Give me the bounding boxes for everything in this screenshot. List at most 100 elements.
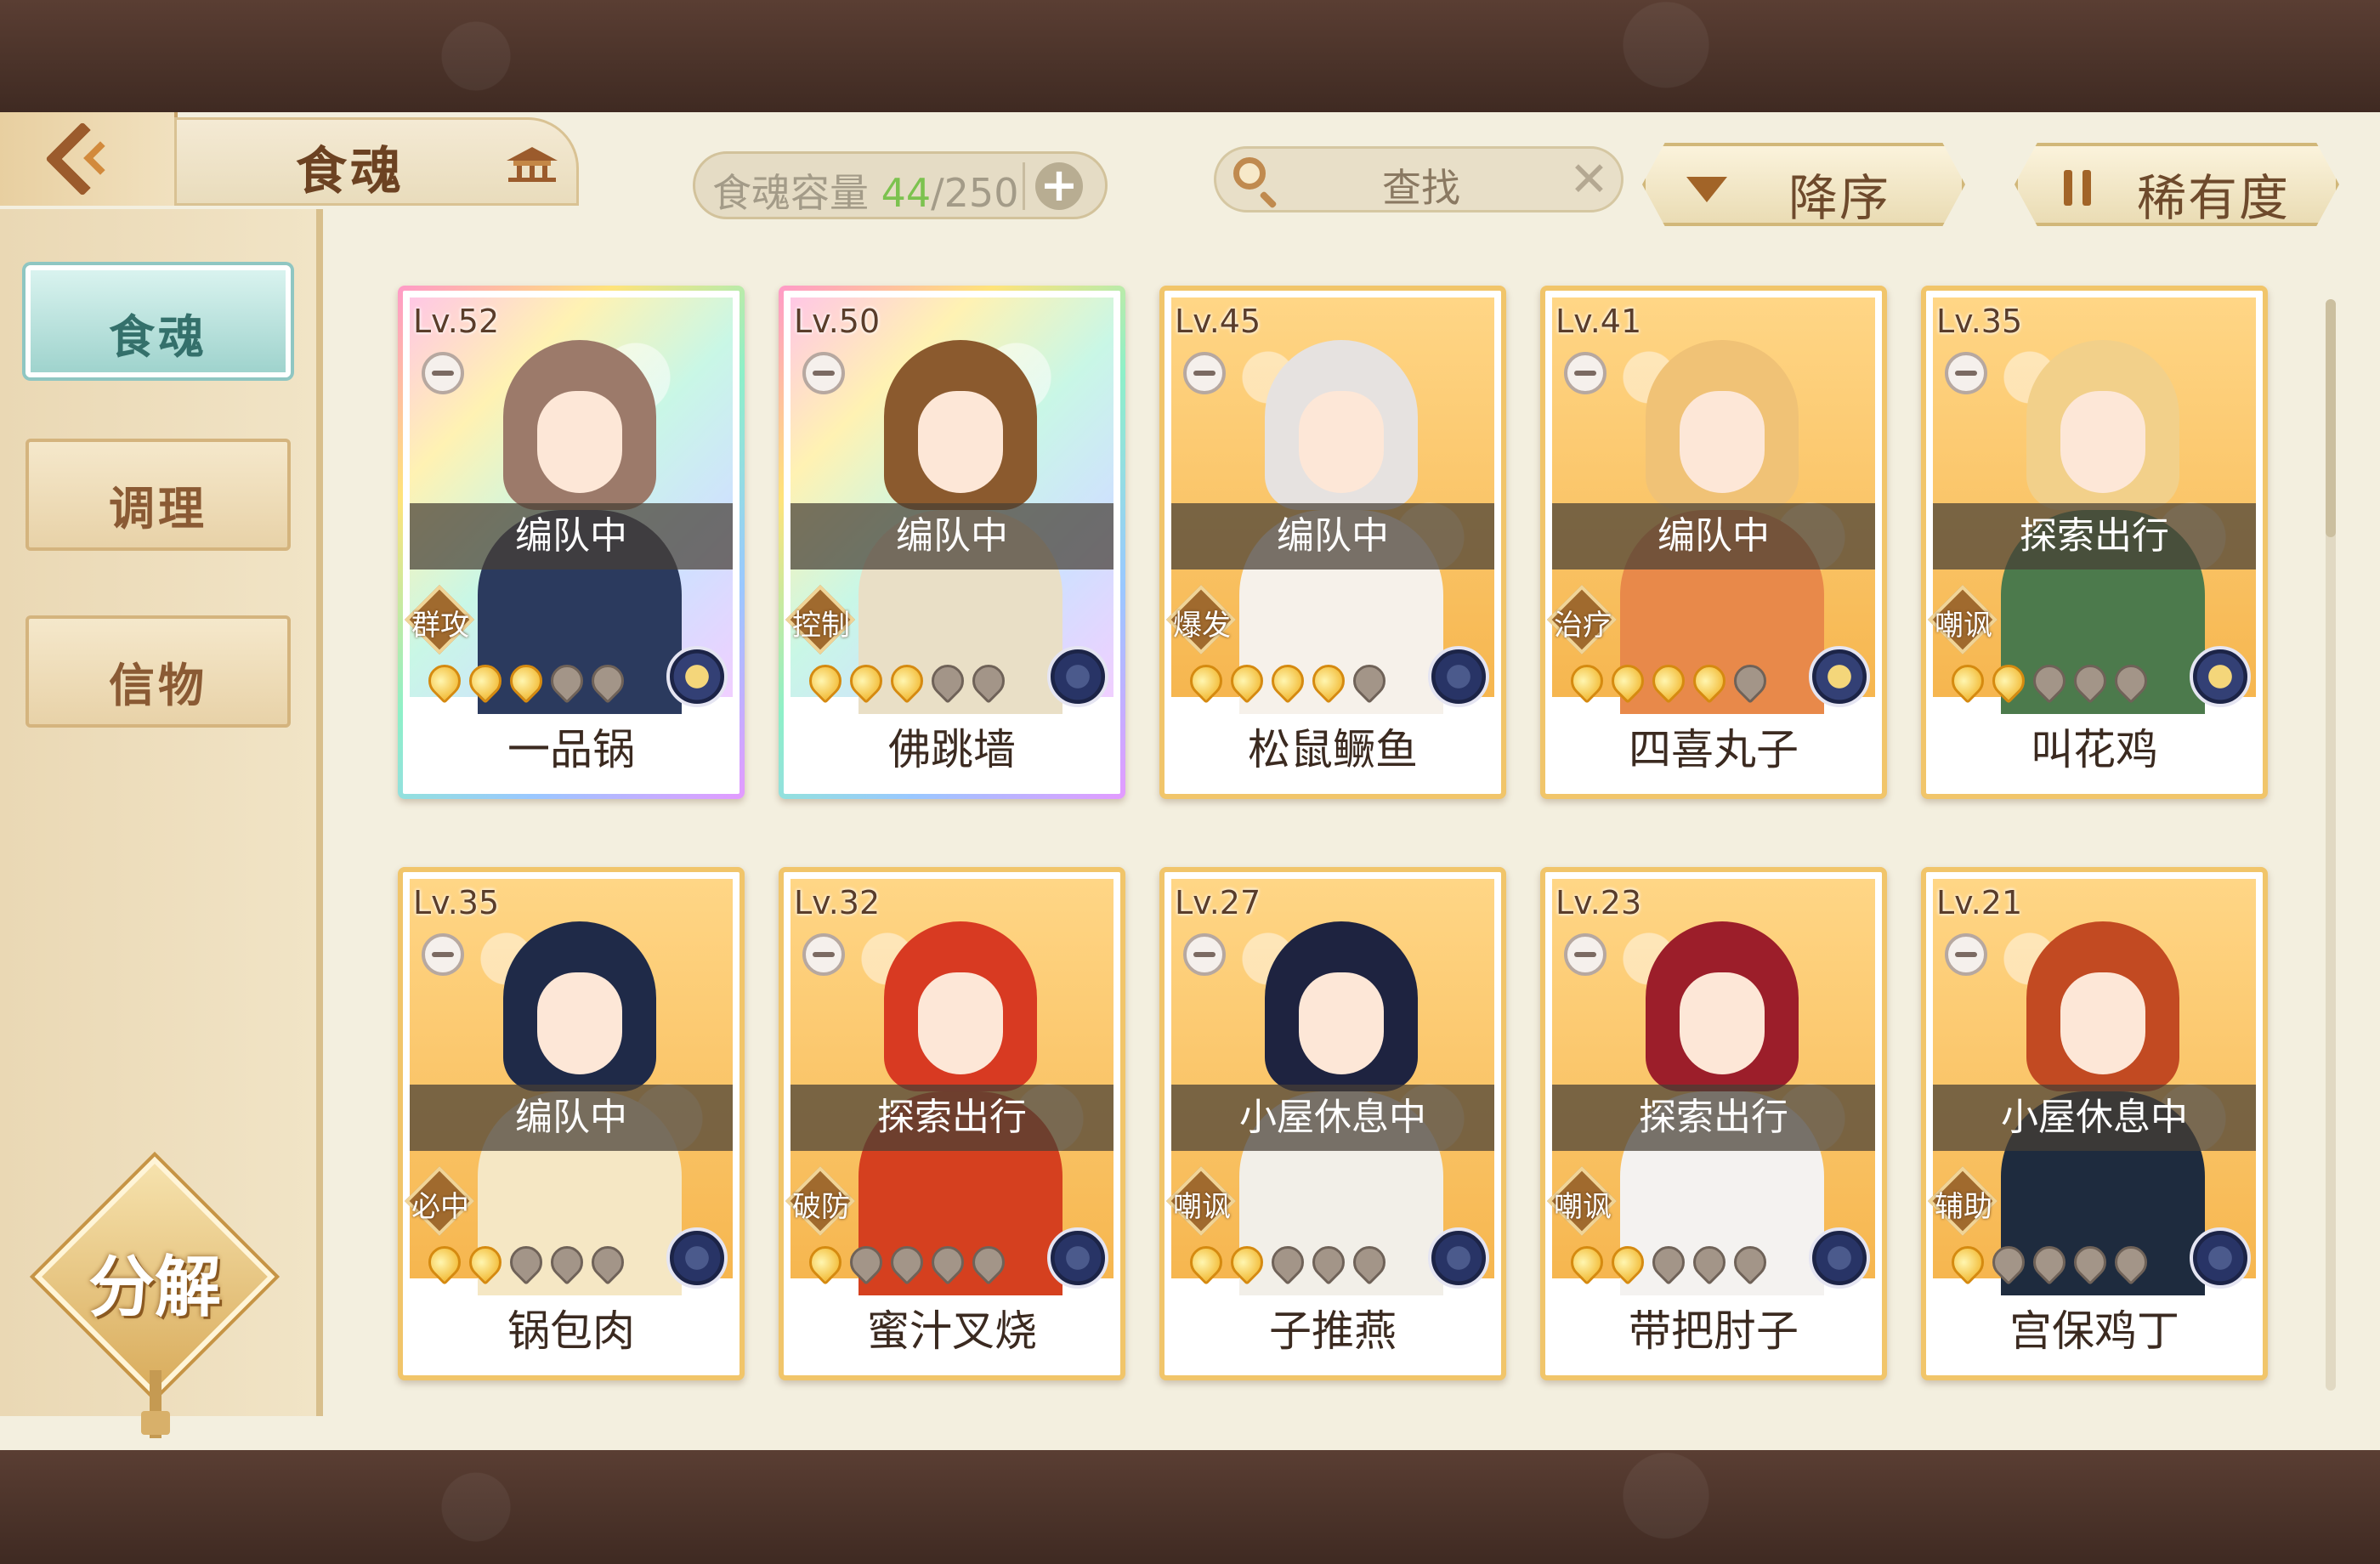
star-empty-icon <box>544 658 590 704</box>
capacity-divider <box>1023 162 1025 210</box>
sidebar-item-food-souls[interactable]: 食魂 <box>26 265 291 377</box>
clear-search-button[interactable]: ✕ <box>1569 152 1609 207</box>
role-label: 控制 <box>792 609 850 643</box>
sidebar-item-label: 食魂 <box>109 310 207 364</box>
emblem-icon <box>2190 1227 2251 1289</box>
role-label: 嘲讽 <box>1554 1190 1612 1224</box>
sort-key-button[interactable]: 稀有度 <box>2014 143 2339 226</box>
food-soul-name: 蜜汁叉烧 <box>867 1306 1037 1356</box>
emblem-icon <box>666 646 728 707</box>
star-filled-icon <box>884 658 930 704</box>
food-soul-card[interactable]: Lv.50 编队中 控制 佛跳墙 <box>779 286 1125 799</box>
star-rating <box>1564 658 1775 704</box>
emblem-icon <box>1047 1227 1108 1289</box>
food-soul-card[interactable]: Lv.45 编队中 爆发 松鼠鳜鱼 <box>1159 286 1506 799</box>
role-label: 必中 <box>411 1190 469 1224</box>
food-soul-card[interactable]: Lv.35 探索出行 嘲讽 叫花鸡 <box>1921 286 2268 799</box>
star-filled-icon <box>1564 1239 1610 1285</box>
level-label: Lv.50 <box>794 303 881 340</box>
food-soul-card[interactable]: Lv.23 探索出行 嘲讽 带把肘子 <box>1540 867 1887 1380</box>
food-soul-card[interactable]: Lv.21 小屋休息中 辅助 宫保鸡丁 <box>1921 867 2268 1380</box>
star-rating <box>802 1239 1013 1285</box>
decompose-label[interactable]: 分解 <box>61 1234 248 1329</box>
sidebar-item-tokens[interactable]: 信物 <box>26 615 291 728</box>
scrollbar-thumb[interactable] <box>2326 299 2336 537</box>
food-soul-name: 叫花鸡 <box>2031 725 2158 774</box>
star-rating <box>1945 1239 2156 1285</box>
bowl-icon <box>422 352 464 394</box>
triangle-down-icon <box>1686 177 1727 202</box>
bottom-decor-band <box>0 1450 2380 1564</box>
pavilion-icon[interactable] <box>498 144 566 183</box>
emblem-icon <box>1809 646 1870 707</box>
tassel-end-decor <box>141 1411 170 1435</box>
role-label: 辅助 <box>1935 1190 1992 1224</box>
star-empty-icon <box>843 1239 889 1285</box>
food-soul-name: 一品锅 <box>507 725 635 774</box>
status-banner: 探索出行 <box>1552 1085 1875 1151</box>
bowl-icon <box>802 933 845 976</box>
emblem-icon <box>666 1227 728 1289</box>
status-banner: 小屋休息中 <box>1933 1085 2256 1151</box>
star-rating <box>1945 658 2156 704</box>
role-label: 嘲讽 <box>1935 609 1992 643</box>
bowl-icon <box>1183 933 1226 976</box>
level-label: Lv.27 <box>1175 884 1261 921</box>
scrollbar[interactable] <box>2326 299 2336 1391</box>
star-empty-icon <box>1727 658 1773 704</box>
sort-key-label: 稀有度 <box>2137 169 2291 227</box>
food-soul-name: 锅包肉 <box>507 1306 635 1356</box>
status-banner: 编队中 <box>1171 503 1494 570</box>
bowl-icon <box>1183 352 1226 394</box>
role-label: 群攻 <box>411 609 469 643</box>
search-icon <box>1233 157 1266 190</box>
bowl-icon <box>1945 933 1987 976</box>
star-filled-icon <box>462 658 508 704</box>
status-banner: 编队中 <box>410 1085 733 1151</box>
star-empty-icon <box>2026 658 2072 704</box>
star-empty-icon <box>1646 1239 1692 1285</box>
role-label: 嘲讽 <box>1173 1190 1231 1224</box>
bowl-icon <box>1564 933 1606 976</box>
star-empty-icon <box>884 1239 930 1285</box>
back-button[interactable] <box>0 112 178 206</box>
star-empty-icon <box>1346 1239 1392 1285</box>
status-banner: 探索出行 <box>790 1085 1114 1151</box>
capacity-current: 44 <box>881 170 932 216</box>
star-empty-icon <box>2067 1239 2113 1285</box>
status-banner: 编队中 <box>410 503 733 570</box>
star-filled-icon <box>1945 1239 1991 1285</box>
sort-order-button[interactable]: 降序 <box>1642 143 1965 226</box>
emblem-icon <box>1809 1227 1870 1289</box>
emblem-icon <box>2190 646 2251 707</box>
food-soul-card[interactable]: Lv.27 小屋休息中 嘲讽 子推燕 <box>1159 867 1506 1380</box>
star-filled-icon <box>1945 658 1991 704</box>
star-empty-icon <box>503 1239 549 1285</box>
emblem-icon <box>1428 1227 1489 1289</box>
capacity-total: /250 <box>931 170 1019 216</box>
star-filled-icon <box>1265 658 1311 704</box>
food-soul-card[interactable]: Lv.41 编队中 治疗 四喜丸子 <box>1540 286 1887 799</box>
food-soul-card[interactable]: Lv.35 编队中必中锅包肉 <box>398 867 745 1380</box>
star-rating <box>422 1239 632 1285</box>
up-down-arrows-icon <box>2057 167 2108 209</box>
title-tab: 食魂 <box>174 117 579 206</box>
star-empty-icon <box>2067 658 2113 704</box>
star-filled-icon <box>1605 1239 1651 1285</box>
level-label: Lv.35 <box>413 884 500 921</box>
search-input[interactable]: 查找 ✕ <box>1214 146 1624 212</box>
add-capacity-button[interactable]: + <box>1035 162 1083 210</box>
star-filled-icon <box>1986 658 2032 704</box>
search-placeholder: 查找 <box>1382 165 1460 211</box>
sidebar-item-cooking[interactable]: 调理 <box>26 439 291 551</box>
star-filled-icon <box>1183 1239 1229 1285</box>
level-label: Lv.35 <box>1936 303 2023 340</box>
bowl-icon <box>422 933 464 976</box>
star-empty-icon <box>2108 658 2154 704</box>
status-banner: 编队中 <box>790 503 1114 570</box>
star-empty-icon <box>585 658 631 704</box>
sidebar-item-label: 信物 <box>109 659 207 712</box>
food-soul-card[interactable]: Lv.32 探索出行 破防 蜜汁叉烧 <box>779 867 1125 1380</box>
status-banner: 小屋休息中 <box>1171 1085 1494 1151</box>
food-soul-card[interactable]: Lv.52 编队中 群攻 一品锅 <box>398 286 745 799</box>
